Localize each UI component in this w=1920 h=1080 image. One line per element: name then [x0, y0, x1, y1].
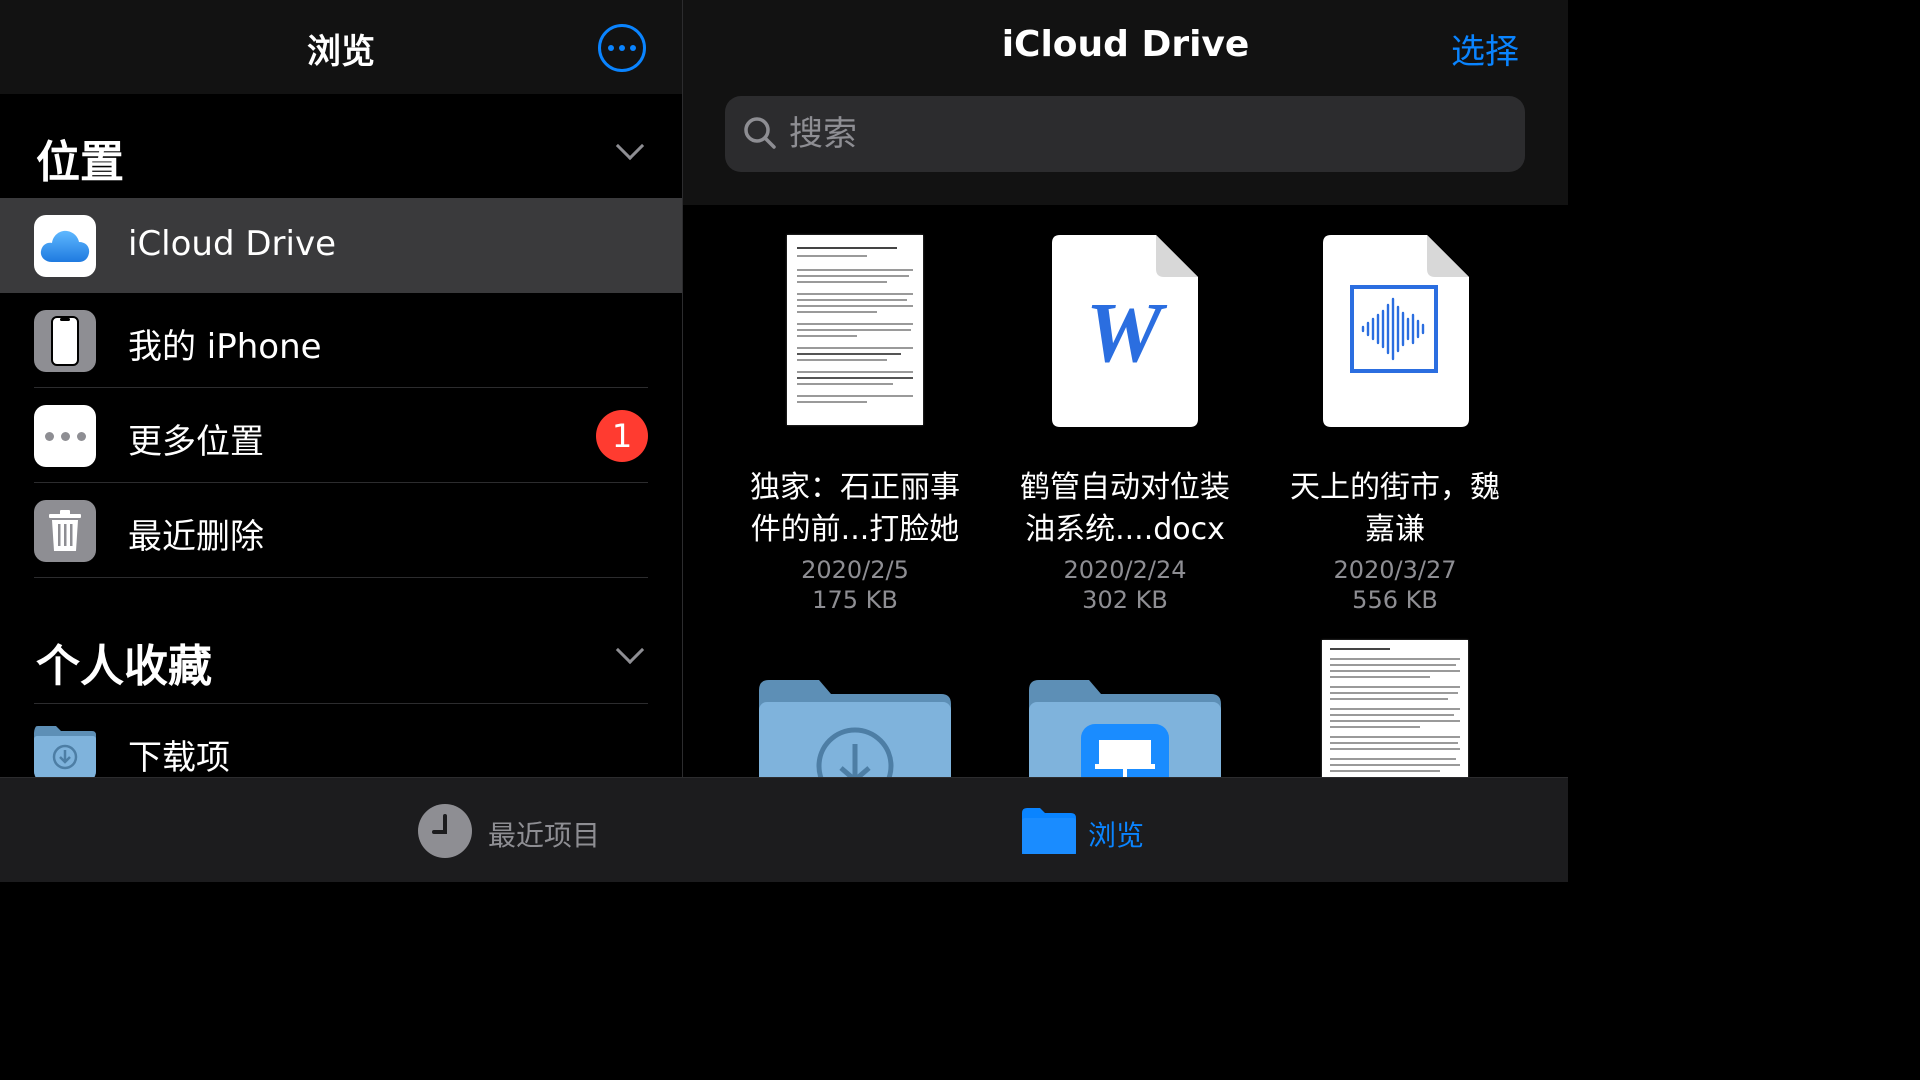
more-dot: [619, 45, 625, 51]
iphone-icon: [34, 310, 96, 372]
file-meta: 2020/3/27 556 KB: [1270, 555, 1520, 615]
file-date: 2020/2/24: [1063, 556, 1187, 584]
svg-text:W: W: [1086, 284, 1168, 380]
section-title-locations: 位置: [36, 137, 124, 188]
select-button[interactable]: 选择: [1451, 24, 1519, 73]
sidebar-header: 浏览: [0, 0, 682, 94]
file-size: 302 KB: [1082, 586, 1168, 614]
tab-label: 浏览: [1088, 819, 1145, 852]
page-title: iCloud Drive: [1001, 24, 1250, 65]
file-name-line: 油系统....docx: [1025, 512, 1225, 547]
row-separator: [34, 577, 648, 578]
tab-recents[interactable]: 最近项目: [418, 778, 618, 883]
sidebar-item-recently-deleted[interactable]: 最近删除: [0, 483, 682, 578]
file-name: 鹤管自动对位装 油系统....docx: [1000, 467, 1250, 551]
more-dots-icon: [34, 405, 96, 467]
sidebar-item-label: 下载项: [128, 738, 230, 777]
audio-file-icon: [1323, 235, 1469, 427]
clock-icon: [418, 804, 472, 858]
section-header-locations[interactable]: 位置: [0, 100, 682, 200]
file-item[interactable]: W 鹤管自动对位装 油系统....docx 2020/2/24 302 KB: [1000, 233, 1250, 614]
file-name-line: 件的前...打脸她: [750, 512, 960, 547]
file-name-line: 鹤管自动对位装: [1020, 470, 1230, 505]
trash-icon: [34, 500, 96, 562]
file-size: 556 KB: [1352, 586, 1438, 614]
chevron-down-icon[interactable]: [615, 635, 645, 665]
sidebar-item-label: 更多位置: [128, 422, 264, 462]
tab-bar: 最近项目 浏览: [0, 777, 1568, 882]
word-document-icon: W: [1052, 235, 1198, 427]
text-document-thumbnail[interactable]: [1322, 640, 1468, 777]
more-dot: [630, 45, 636, 51]
file-meta: 2020/2/24 302 KB: [1000, 555, 1250, 615]
sidebar-item-label: iCloud Drive: [128, 224, 337, 264]
sidebar-item-my-iphone[interactable]: 我的 iPhone: [0, 293, 682, 388]
file-size: 175 KB: [812, 586, 898, 614]
main-header: iCloud Drive 选择: [683, 0, 1568, 205]
sidebar-item-label: 我的 iPhone: [128, 327, 322, 367]
file-name-line: 天上的街市，魏: [1290, 470, 1500, 505]
sidebar-item-downloads[interactable]: 下载项: [0, 704, 682, 777]
sidebar-item-label: 最近删除: [128, 517, 264, 557]
downloads-folder-icon[interactable]: [759, 680, 951, 777]
file-item[interactable]: 独家：石正丽事 件的前...打脸她 2020/2/5 175 KB: [730, 233, 980, 614]
dot: [60, 431, 70, 441]
section-title-favorites: 个人收藏: [36, 641, 212, 692]
search-bar[interactable]: [725, 96, 1525, 172]
folder-icon: [1022, 808, 1076, 854]
file-item[interactable]: 天上的街市，魏 嘉谦 2020/3/27 556 KB: [1270, 233, 1520, 614]
sidebar-title: 浏览: [307, 32, 375, 72]
main-content: iCloud Drive 选择 搜索 独家：石正丽事 件的前...打脸她 202…: [683, 0, 1568, 777]
file-meta: 2020/2/5 175 KB: [730, 555, 980, 615]
file-name: 天上的街市，魏 嘉谦: [1270, 467, 1520, 551]
file-date: 2020/3/27: [1333, 556, 1457, 584]
icloud-icon: [34, 215, 96, 277]
sidebar: 浏览 位置 iCloud Drive 我的 iPhone 更多位置 1 最近删除…: [0, 0, 682, 777]
dot: [76, 431, 86, 441]
downloads-folder-icon: [34, 721, 96, 777]
more-dot: [608, 45, 614, 51]
notification-badge: 1: [596, 410, 648, 462]
sidebar-item-icloud-drive[interactable]: iCloud Drive: [0, 198, 682, 293]
file-name-line: 独家：石正丽事: [750, 470, 960, 505]
tab-browse[interactable]: 浏览: [1022, 778, 1172, 883]
document-thumbnail: [787, 235, 923, 425]
sidebar-item-more-locations[interactable]: 更多位置 1: [0, 388, 682, 483]
file-name: 独家：石正丽事 件的前...打脸她: [730, 467, 980, 551]
dot: [44, 431, 54, 441]
file-date: 2020/2/5: [801, 556, 909, 584]
search-icon: [744, 117, 776, 149]
section-header-favorites[interactable]: 个人收藏: [0, 604, 682, 704]
chevron-down-icon[interactable]: [615, 131, 645, 161]
tab-label: 最近项目: [488, 819, 601, 852]
file-name-line: 嘉谦: [1365, 512, 1425, 547]
keynote-folder-icon[interactable]: [1029, 680, 1221, 777]
more-options-button[interactable]: [598, 24, 646, 72]
search-input[interactable]: [789, 96, 1509, 172]
